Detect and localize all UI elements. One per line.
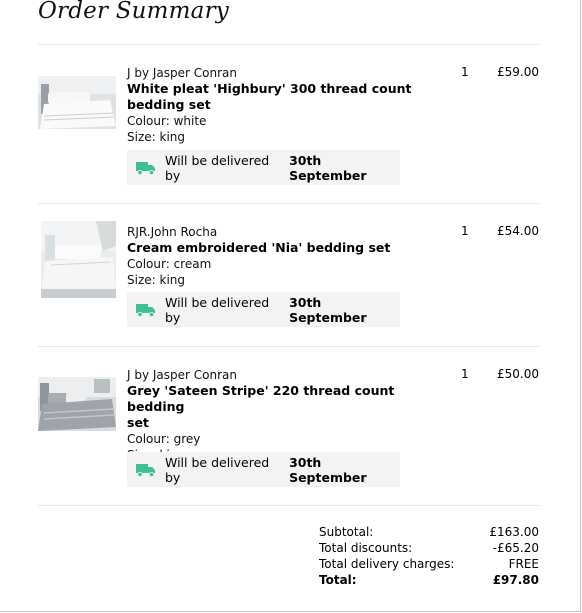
item-name[interactable]: Cream embroidered 'Nia' bedding set — [127, 240, 417, 256]
cream-bedding-thumbnail[interactable] — [41, 221, 116, 298]
item-name-line: Cream embroidered 'Nia' bedding set — [127, 240, 391, 255]
truck-icon — [136, 303, 156, 317]
item-price: £54.00 — [497, 224, 539, 238]
item-brand: J by Jasper Conran — [127, 66, 237, 80]
item-name[interactable]: Grey 'Sateen Stripe' 220 thread count be… — [127, 383, 417, 431]
item-quantity: 1 — [461, 367, 469, 381]
item-quantity: 1 — [461, 65, 469, 79]
discounts-row: Total discounts: -£65.20 — [319, 540, 539, 556]
item-price: £50.00 — [497, 367, 539, 381]
page-title: Order Summary — [38, 0, 229, 24]
order-summary-panel: Order Summary J by Jasper Conran White p… — [0, 0, 581, 612]
delivery-date: 30th September — [289, 454, 367, 485]
item-size: Size: king — [127, 130, 185, 144]
delivery-date: 30th September — [289, 294, 367, 325]
order-item: J by Jasper Conran Grey 'Sateen Stripe' … — [38, 367, 539, 492]
divider — [38, 203, 539, 204]
item-name[interactable]: White pleat 'Highbury' 300 thread count … — [127, 81, 417, 113]
delivery-info: Will be delivered by 30th September — [127, 292, 400, 327]
item-name-line: bedding set — [127, 97, 211, 112]
discounts-value: -£65.20 — [492, 541, 539, 555]
total-row: Total: £97.80 — [319, 572, 539, 588]
divider — [38, 505, 539, 506]
item-colour: Colour: white — [127, 114, 207, 128]
item-quantity: 1 — [461, 224, 469, 238]
item-brand: J by Jasper Conran — [127, 368, 237, 382]
total-label: Total: — [319, 573, 357, 587]
delivery-info: Will be delivered by 30th September — [127, 452, 400, 487]
item-details: J by Jasper Conran Grey 'Sateen Stripe' … — [127, 367, 417, 463]
delivery-prefix: Will be delivered by — [165, 294, 270, 325]
divider — [38, 346, 539, 347]
order-item: RJR.John Rocha Cream embroidered 'Nia' b… — [38, 221, 539, 334]
subtotal-value: £163.00 — [489, 525, 539, 539]
delivery-info: Will be delivered by 30th September — [127, 150, 400, 185]
delivery-charges-value: FREE — [508, 557, 539, 571]
delivery-prefix: Will be delivered by — [165, 454, 270, 485]
truck-icon — [136, 463, 156, 477]
item-colour: Colour: cream — [127, 257, 212, 271]
delivery-prefix: Will be delivered by — [165, 152, 270, 183]
item-details: J by Jasper Conran White pleat 'Highbury… — [127, 65, 417, 145]
subtotal-label: Subtotal: — [319, 525, 374, 539]
delivery-charges-row: Total delivery charges: FREE — [319, 556, 539, 572]
item-size: Size: king — [127, 273, 185, 287]
delivery-charges-label: Total delivery charges: — [319, 557, 455, 571]
item-colour: Colour: grey — [127, 432, 201, 446]
divider — [38, 44, 539, 45]
item-name-line: White pleat 'Highbury' 300 thread count — [127, 81, 412, 96]
delivery-date: 30th September — [289, 152, 367, 183]
discounts-label: Total discounts: — [319, 541, 413, 555]
item-details: RJR.John Rocha Cream embroidered 'Nia' b… — [127, 224, 417, 288]
truck-icon — [136, 161, 156, 175]
total-value: £97.80 — [492, 573, 539, 587]
white-bedding-thumbnail[interactable] — [38, 76, 116, 129]
item-brand: RJR.John Rocha — [127, 225, 218, 239]
item-price: £59.00 — [497, 65, 539, 79]
order-totals: Subtotal: £163.00 Total discounts: -£65.… — [319, 524, 539, 588]
order-item: J by Jasper Conran White pleat 'Highbury… — [38, 65, 539, 185]
grey-bedding-thumbnail[interactable] — [38, 377, 116, 431]
subtotal-row: Subtotal: £163.00 — [319, 524, 539, 540]
item-name-line: set — [127, 415, 149, 430]
item-name-line: Grey 'Sateen Stripe' 220 thread count be… — [127, 383, 395, 414]
